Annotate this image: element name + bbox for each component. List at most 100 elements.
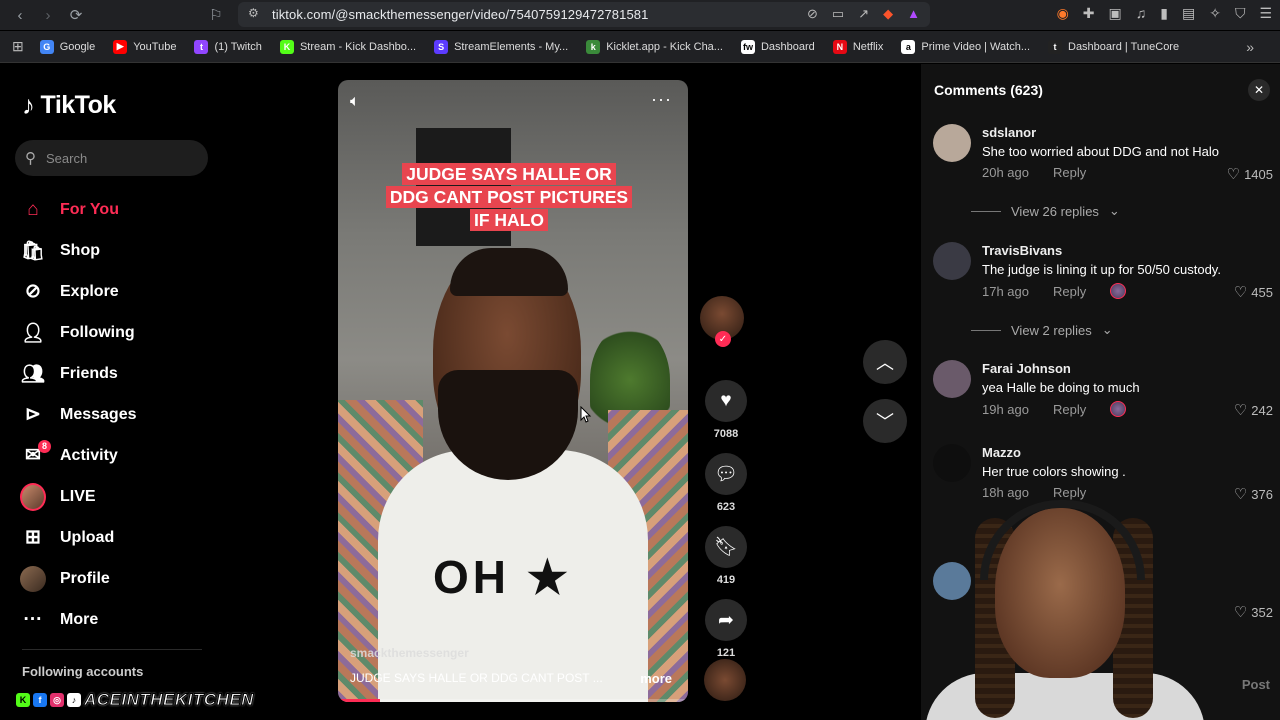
comment-like-button[interactable]: ♡ 455	[1234, 283, 1273, 301]
video-options-icon[interactable]: ···	[651, 89, 672, 110]
extension-icon-1[interactable]: ◉	[1057, 5, 1069, 22]
share-icon[interactable]: ↗	[858, 6, 869, 22]
sidebar-item-messages[interactable]: ⊳ Messages	[20, 394, 136, 435]
share-button[interactable]: ➦	[705, 599, 747, 641]
sidebar-item-more[interactable]: ··· More	[20, 599, 137, 640]
like-button[interactable]: ♥	[705, 380, 747, 422]
site-info-icon[interactable]: ⚙	[248, 6, 259, 20]
sidebar-item-label: Explore	[60, 282, 119, 300]
shirt-print: OH ★	[433, 551, 573, 603]
more-link[interactable]: more	[640, 671, 672, 686]
menu-icon[interactable]: ☰	[1259, 5, 1272, 22]
rewards-icon[interactable]: ▲	[907, 6, 920, 22]
address-bar[interactable]: ⚙ tiktok.com/@smackthemessenger/video/75…	[238, 2, 930, 27]
heart-outline-icon: ♡	[1226, 166, 1241, 183]
sidebar-item-activity[interactable]: ✉︎ 8 Activity	[20, 435, 137, 476]
webcam-headset	[980, 500, 1145, 580]
replies-divider	[971, 210, 1001, 212]
back-icon[interactable]: ‹	[6, 1, 34, 29]
view-replies-button[interactable]: View 26 replies ⌄	[971, 203, 1120, 219]
sidebar-item-upload[interactable]: ⊞ Upload	[20, 517, 137, 558]
sidebar-item-label: LIVE	[60, 487, 96, 505]
comment-like-count: 1405	[1244, 166, 1273, 182]
bookmark-page-icon[interactable]: ⚐	[202, 1, 230, 29]
creator-avatar[interactable]: ✓	[700, 296, 744, 347]
profile-avatar	[20, 565, 46, 592]
bookmark-item[interactable]: ▶ YouTube	[113, 39, 176, 54]
sidebar-item-for-you[interactable]: ⌂ For You	[20, 189, 137, 230]
comment-username[interactable]: Farai Johnson	[982, 361, 1071, 376]
comment-avatar[interactable]	[933, 242, 971, 280]
forward-icon[interactable]: ›	[34, 1, 62, 29]
bookmark-item[interactable]: G Google	[39, 39, 95, 54]
bookmark-item[interactable]: fw Dashboard	[740, 39, 815, 54]
extension-icon-2[interactable]: ▣	[1109, 5, 1122, 22]
sidebar-item-following[interactable]: 👤︎ Following	[20, 312, 137, 353]
vpn-icon[interactable]: ⛉	[1235, 5, 1246, 22]
comment-like-button[interactable]: ♡ 1405	[1227, 165, 1273, 183]
bookmark-favicon-icon: K	[279, 39, 294, 54]
webcam-shirt	[925, 673, 1205, 720]
sidebar-item-explore[interactable]: ⊘ Explore	[20, 271, 137, 312]
bookmark-favicon-icon: ▶	[113, 39, 128, 54]
save-button[interactable]: 🔖︎	[705, 526, 747, 568]
video-progress-bar[interactable]	[338, 699, 688, 702]
bookmark-item[interactable]: K Stream - Kick Dashbo...	[279, 39, 416, 54]
sidebar-item-live[interactable]: LIVE	[20, 476, 137, 517]
comment-avatar[interactable]	[933, 124, 971, 162]
comment-meta: 19h ago Reply	[982, 401, 1127, 417]
sidebar-item-label: Profile	[60, 569, 110, 587]
reader-off-icon[interactable]: ⊘	[807, 6, 818, 22]
activity-icon: ✉︎ 8	[20, 439, 51, 469]
search-box[interactable]: ⚲	[15, 140, 208, 176]
wallet-icon[interactable]: ▤	[1182, 5, 1195, 22]
music-icon[interactable]: ♫	[1136, 5, 1147, 22]
sidebar-item-friends[interactable]: 👥︎ Friends	[20, 353, 137, 394]
next-video-button[interactable]: ﹀	[863, 399, 907, 443]
video-author[interactable]: smackthemessenger	[350, 646, 469, 660]
more-icon: ···	[23, 608, 43, 630]
comment-like-button[interactable]: ♡ 242	[1234, 401, 1273, 419]
comment-button[interactable]: 💬︎	[705, 453, 747, 495]
sidebar-item-profile[interactable]: Profile	[20, 558, 137, 599]
sidebar-toggle-icon[interactable]: ▮	[1160, 5, 1168, 22]
reply-button[interactable]: Reply	[1053, 165, 1086, 180]
video-player[interactable]: OH ★ JUDGE SAYS HALLE OR DDG CANT POST P…	[338, 80, 688, 702]
apps-grid-icon[interactable]: ⊞	[12, 38, 24, 55]
cast-icon[interactable]: ▭	[832, 6, 844, 22]
comment-avatar[interactable]	[933, 444, 971, 482]
bookmark-item[interactable]: t Dashboard | TuneCore	[1048, 39, 1179, 54]
url-text: tiktok.com/@smackthemessenger/video/7540…	[272, 7, 649, 22]
bookmark-item[interactable]: k Kicklet.app - Kick Cha...	[586, 39, 723, 54]
video-overlay-caption: JUDGE SAYS HALLE OR DDG CANT POST PICTUR…	[378, 160, 640, 235]
bookmark-item[interactable]: a Prime Video | Watch...	[901, 39, 1030, 54]
previous-video-button[interactable]: ︿	[863, 340, 907, 384]
comment-item: sdslanor She too worried about DDG and no…	[933, 124, 1273, 184]
comment-username[interactable]: Mazzo	[982, 445, 1021, 460]
bookmark-item[interactable]: t (1) Twitch	[194, 39, 262, 54]
brave-shield-icon[interactable]: ◆	[883, 6, 893, 22]
extensions-puzzle-icon[interactable]: ✚	[1083, 5, 1095, 22]
bookmarks-overflow-icon[interactable]: »	[1246, 39, 1254, 55]
search-input[interactable]	[46, 150, 186, 166]
bookmark-label: StreamElements - My...	[454, 40, 569, 53]
reload-icon[interactable]: ⟳	[62, 1, 90, 29]
comment-username[interactable]: sdslanor	[982, 125, 1036, 140]
bookmark-item[interactable]: S StreamElements - My...	[434, 39, 569, 54]
follow-check-icon[interactable]: ✓	[715, 331, 731, 347]
sidebar-item-label: Upload	[60, 528, 115, 546]
volume-icon[interactable]: 🔈︎	[350, 93, 360, 111]
comment-username[interactable]: TravisBivans	[982, 243, 1062, 258]
comment-avatar[interactable]	[933, 360, 971, 398]
heart-outline-icon: ♡	[1233, 402, 1248, 419]
view-replies-button[interactable]: View 2 replies ⌄	[971, 322, 1113, 338]
tiktok-logo[interactable]: ♪ TikTok	[22, 90, 116, 121]
sidebar-item-shop[interactable]: 🛍︎ Shop	[20, 230, 137, 271]
music-avatar[interactable]	[704, 659, 746, 701]
bookmark-item[interactable]: N Netflix	[832, 39, 883, 54]
reply-button[interactable]: Reply	[1053, 402, 1086, 417]
comment-time: 17h ago	[982, 283, 1029, 299]
leo-icon[interactable]: ✧	[1209, 5, 1221, 22]
close-comments-button[interactable]: ✕	[1248, 79, 1270, 101]
reply-button[interactable]: Reply	[1053, 284, 1086, 299]
